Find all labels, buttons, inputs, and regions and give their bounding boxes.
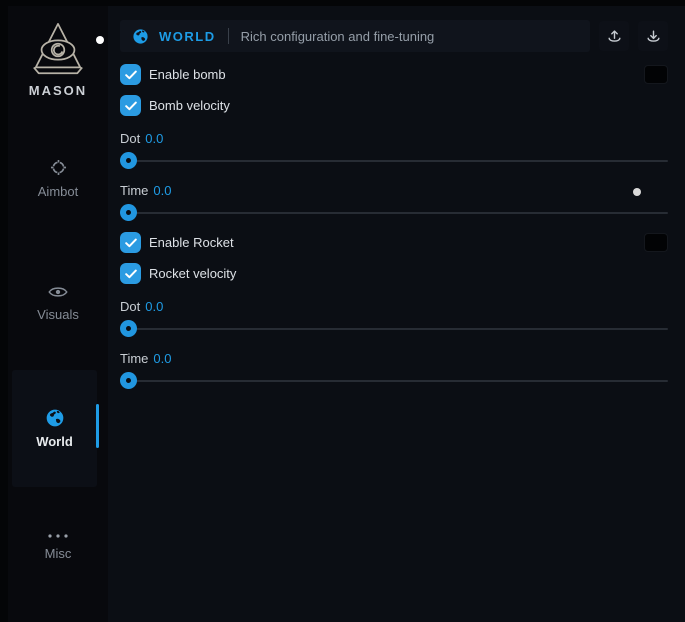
slider-track[interactable] [120,212,668,214]
cursor-dot [96,36,104,44]
globe-icon [132,28,149,45]
import-config-button[interactable] [638,21,668,51]
setting-row-bomb-velocity: Bomb velocity [120,95,668,116]
slider-handle[interactable] [120,152,137,169]
setting-row-rocket-velocity: Rocket velocity [120,263,668,284]
slider-name: Time [120,351,148,366]
slider-label: Time 0.0 [120,351,668,366]
slider-label: Time 0.0 [120,183,668,198]
sidebar-item-misc[interactable]: Misc [8,533,108,563]
slider-value: 0.0 [153,183,171,198]
slider-label: Dot 0.0 [120,299,668,314]
slider-name: Dot [120,131,140,146]
setting-row-enable-bomb: Enable bomb [120,64,668,85]
sidebar-item-world[interactable]: World [12,370,97,487]
slider-track[interactable] [120,380,668,382]
eye-icon [48,284,68,300]
setting-row-bomb-dot: Dot 0.0 [120,131,668,169]
bomb-velocity-checkbox[interactable] [120,95,141,116]
setting-row-enable-rocket: Enable Rocket [120,232,668,253]
page-title: WORLD [159,29,216,44]
cursor-dot [633,188,641,196]
page-subtitle: Rich configuration and fine-tuning [241,29,435,44]
section-header-bar: WORLD Rich configuration and fine-tuning [120,20,590,52]
bomb-dot-slider[interactable] [120,152,668,169]
slider-value: 0.0 [153,351,171,366]
checkmark-icon [125,101,137,111]
globe-icon [45,408,65,428]
setting-row-bomb-time: Time 0.0 [120,183,668,221]
rocket-dot-slider[interactable] [120,320,668,337]
enable-rocket-checkbox[interactable] [120,232,141,253]
rocket-color-swatch[interactable] [644,233,668,252]
rocket-time-slider[interactable] [120,372,668,389]
setting-label: Enable bomb [149,67,226,82]
checkmark-icon [125,269,137,279]
app-logo: MASON [8,20,108,98]
slider-label: Dot 0.0 [120,131,668,146]
slider-value: 0.0 [145,299,163,314]
crosshair-icon [49,158,68,177]
upload-icon [606,28,623,45]
divider [228,28,229,44]
eye-pyramid-logo-icon [27,20,89,80]
active-indicator [96,404,99,448]
enable-bomb-checkbox[interactable] [120,64,141,85]
checkmark-icon [125,238,137,248]
sidebar-item-aimbot[interactable]: Aimbot [8,158,108,201]
download-icon [645,28,662,45]
slider-name: Dot [120,299,140,314]
bomb-color-swatch[interactable] [644,65,668,84]
slider-handle[interactable] [120,204,137,221]
setting-label: Rocket velocity [149,266,236,281]
sidebar-item-visuals[interactable]: Visuals [8,284,108,324]
slider-track[interactable] [120,328,668,330]
slider-handle[interactable] [120,372,137,389]
logo-text: MASON [8,83,108,98]
slider-name: Time [120,183,148,198]
sidebar-item-label: Aimbot [38,184,78,199]
sidebar: MASON Aimbot Visuals World [8,6,108,622]
app-window: MASON Aimbot Visuals World [8,6,685,622]
slider-handle[interactable] [120,320,137,337]
sidebar-item-label: World [36,434,73,449]
setting-row-rocket-time: Time 0.0 [120,351,668,389]
setting-label: Bomb velocity [149,98,230,113]
content-panel: WORLD Rich configuration and fine-tuning [108,6,685,622]
setting-row-rocket-dot: Dot 0.0 [120,299,668,337]
slider-value: 0.0 [145,131,163,146]
sidebar-item-label: Visuals [37,307,79,322]
bomb-time-slider[interactable] [120,204,668,221]
setting-label: Enable Rocket [149,235,234,250]
checkmark-icon [125,70,137,80]
export-config-button[interactable] [599,21,629,51]
page-header: WORLD Rich configuration and fine-tuning [120,20,668,52]
slider-track[interactable] [120,160,668,162]
ellipsis-icon [46,533,70,539]
sidebar-item-label: Misc [45,546,72,561]
rocket-velocity-checkbox[interactable] [120,263,141,284]
